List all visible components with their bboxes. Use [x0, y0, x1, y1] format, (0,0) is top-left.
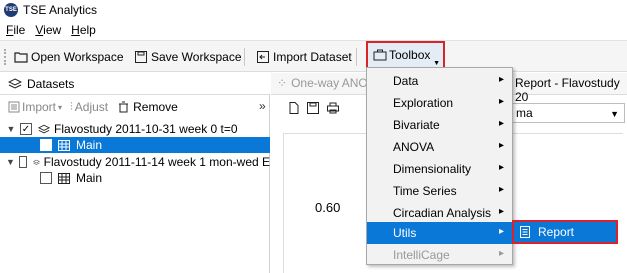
menu-item-time-series[interactable]: Time Series ▸: [367, 180, 512, 202]
menu-view[interactable]: View: [35, 23, 61, 37]
dataset-child-row-selected[interactable]: Main: [0, 137, 270, 153]
chevron-right-icon: ▸: [498, 96, 504, 107]
layers-icon: [32, 159, 40, 165]
chevron-right-icon: ▸: [498, 184, 504, 195]
menu-item-utils[interactable]: Utils ▸: [367, 222, 512, 244]
toolbox-icon: [373, 49, 387, 61]
dataset-label: Flavostudy 2011-10-31 week 0 t=0: [54, 122, 238, 136]
chevron-right-icon: ▸: [498, 74, 504, 85]
menu-item-data[interactable]: Data ▸: [367, 70, 512, 92]
toolbar-grip[interactable]: [4, 49, 7, 65]
datasets-toolbar: Import ▾ ⫶ Adjust Remove »: [0, 96, 270, 118]
report-combo[interactable]: ma ▼: [511, 103, 625, 123]
print-icon[interactable]: [327, 102, 339, 114]
dataset-checkbox[interactable]: ✓: [20, 123, 32, 135]
toolbox-button[interactable]: Toolbox ▼: [366, 41, 445, 69]
y-tick-label: 0.60: [315, 200, 341, 215]
chevron-down-icon: ▼: [610, 109, 619, 119]
datasets-panel: Datasets Import ▾ ⫶ Adjust Remove » ▼ ✓ F…: [0, 73, 270, 273]
dataset-child-row[interactable]: Main: [0, 170, 270, 186]
import-dropdown-button[interactable]: Import ▾: [8, 100, 62, 114]
report-icon: [520, 226, 530, 238]
child-checkbox[interactable]: [40, 139, 52, 151]
tab-one-way-anova[interactable]: ⁘ One-way ANO: [277, 76, 368, 90]
dataset-row[interactable]: ▼ ✓ Flavostudy 2011-10-31 week 0 t=0: [0, 121, 270, 137]
chevron-right-icon: ▸: [498, 206, 504, 217]
child-label: Main: [76, 138, 103, 152]
chevron-right-icon: ▸: [498, 140, 504, 151]
datasets-tab[interactable]: Datasets: [0, 73, 270, 95]
folder-icon: [14, 52, 28, 63]
menu-item-intellicage[interactable]: IntelliCage ▸: [367, 244, 512, 266]
save-workspace-button[interactable]: Save Workspace: [134, 41, 242, 73]
chevron-right-icon: ▸: [498, 118, 504, 129]
save-icon[interactable]: [307, 102, 319, 114]
table-icon: [58, 172, 70, 184]
dataset-row[interactable]: ▼ Flavostudy 2011-11-14 week 1 mon-wed E: [0, 154, 270, 170]
menu-file[interactable]: File: [6, 23, 25, 37]
menu-item-exploration[interactable]: Exploration ▸: [367, 92, 512, 114]
toolbox-menu: Data ▸ Exploration ▸ Bivariate ▸ ANOVA ▸ Dim…: [366, 67, 513, 265]
child-label: Main: [76, 171, 103, 185]
chevron-right-icon: ▸: [498, 248, 504, 259]
utils-submenu-report[interactable]: Report: [512, 220, 618, 244]
child-checkbox[interactable]: [40, 172, 52, 184]
window-title: TSE Analytics: [23, 3, 98, 17]
adjust-icon: ⫶: [70, 100, 73, 113]
toolbox-dropdown-icon: ▼: [433, 60, 440, 67]
menu-item-circadian-analysis[interactable]: Circadian Analysis ▸: [367, 202, 512, 224]
remove-button[interactable]: Remove: [118, 100, 178, 114]
grid-icon: ⁘: [277, 76, 288, 90]
menu-bar: File View Help: [0, 20, 627, 39]
app-logo-icon: TSE: [4, 3, 18, 17]
import-icon: [257, 51, 269, 63]
dataset-label: Flavostudy 2011-11-14 week 1 mon-wed E: [43, 155, 270, 169]
panel-collapse-button[interactable]: »: [259, 99, 266, 113]
menu-item-dimensionality[interactable]: Dimensionality ▸: [367, 158, 512, 180]
dataset-checkbox[interactable]: [18, 156, 27, 168]
open-workspace-button[interactable]: Open Workspace: [14, 41, 124, 73]
layers-icon: [38, 124, 50, 133]
chevron-right-icon: ▸: [498, 226, 504, 237]
import-list-icon: [8, 101, 20, 113]
menu-help[interactable]: Help: [71, 23, 96, 37]
datasets-tab-label: Datasets: [27, 76, 75, 91]
chevron-right-icon: ▸: [498, 162, 504, 173]
expand-arrow-icon[interactable]: ▼: [6, 124, 16, 134]
adjust-button[interactable]: ⫶ Adjust: [70, 100, 108, 114]
table-icon: [58, 139, 70, 151]
expand-arrow-icon[interactable]: ▼: [6, 157, 15, 167]
layers-icon: [8, 77, 22, 89]
import-dataset-button[interactable]: Import Dataset: [256, 41, 352, 73]
main-toolbar: Open Workspace Save Workspace Import Dat…: [0, 40, 627, 72]
menu-item-bivariate[interactable]: Bivariate ▸: [367, 114, 512, 136]
title-bar: TSE TSE Analytics: [0, 0, 627, 20]
trash-icon: [119, 101, 129, 113]
menu-item-anova[interactable]: ANOVA ▸: [367, 136, 512, 158]
save-icon: [135, 51, 147, 63]
new-document-icon[interactable]: [289, 102, 299, 114]
